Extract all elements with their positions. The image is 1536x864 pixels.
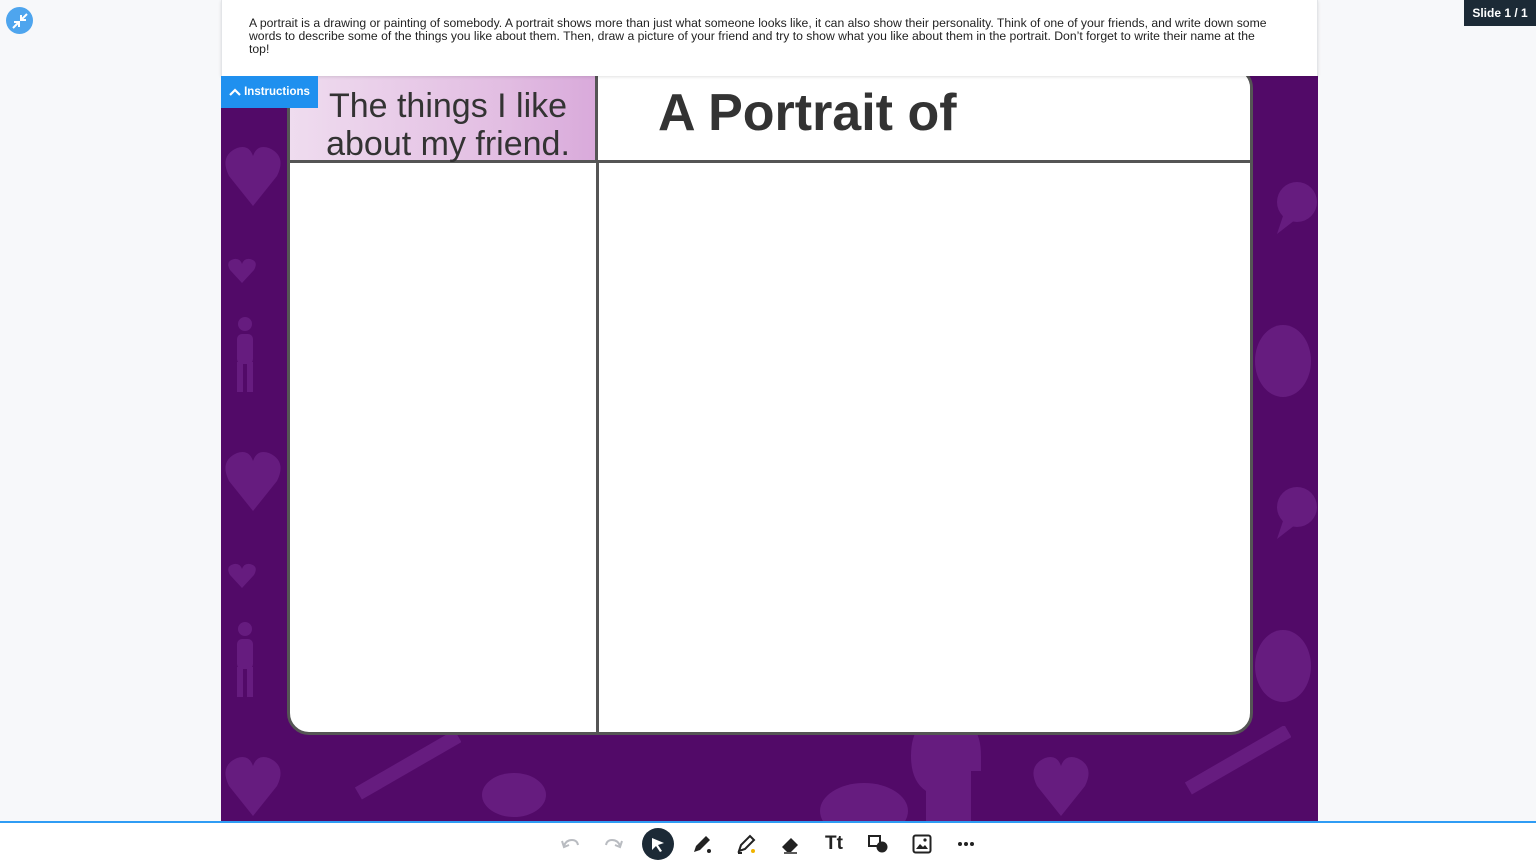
shapes-tool-button[interactable] [856, 824, 900, 864]
chevron-up-icon [229, 88, 241, 96]
redo-button[interactable] [592, 824, 636, 864]
worksheet-card: The things I like about my friend. A Por… [287, 76, 1253, 735]
bottom-toolbar: Tt [0, 821, 1536, 864]
person-icon [237, 317, 253, 392]
left-heading: The things I like about my friend. [326, 87, 570, 163]
select-tool-button[interactable] [636, 824, 680, 864]
right-heading: A Portrait of [658, 84, 957, 142]
text-icon: Tt [825, 832, 843, 854]
brain-icon [1255, 630, 1311, 702]
text-tool-button[interactable]: Tt [812, 824, 856, 864]
cursor-icon [652, 837, 664, 852]
undo-icon [561, 838, 579, 848]
instructions-text: A portrait is a drawing or painting of s… [249, 16, 1267, 56]
left-heading-box: The things I like about my friend. [290, 76, 598, 163]
instructions-panel: A portrait is a drawing or painting of s… [221, 0, 1318, 76]
redo-icon [605, 838, 623, 848]
eraser-icon [782, 837, 798, 854]
pencil-icon [1184, 726, 1291, 795]
heart-icon [1033, 757, 1089, 816]
image-icon [912, 834, 932, 853]
shapes-icon [868, 834, 888, 852]
slide-canvas[interactable]: The things I like about my friend. A Por… [221, 76, 1318, 821]
exit-fullscreen-button[interactable] [6, 7, 33, 34]
instructions-toggle-button[interactable]: Instructions [221, 76, 318, 108]
more-icon [958, 841, 974, 846]
pen-icon [694, 835, 711, 853]
heart-icon [225, 757, 281, 816]
column-divider [596, 163, 599, 732]
brain-icon [820, 783, 908, 821]
highlighter-tool-button[interactable] [724, 824, 768, 864]
instructions-toggle-label: Instructions [244, 86, 310, 98]
collapse-icon [11, 12, 28, 29]
eraser-tool-button[interactable] [768, 824, 812, 864]
pencil-icon [354, 731, 461, 800]
slide-counter: Slide 1 / 1 [1464, 0, 1536, 26]
more-options-button[interactable] [944, 824, 988, 864]
speech-bubble-icon [482, 773, 546, 817]
image-tool-button[interactable] [900, 824, 944, 864]
heart-icon [228, 563, 256, 588]
heart-icon [225, 452, 281, 511]
speech-bubble-icon [1277, 182, 1317, 234]
highlighter-icon [737, 834, 756, 854]
heart-icon [225, 147, 281, 206]
brain-icon [1255, 325, 1311, 397]
right-heading-box: A Portrait of [598, 76, 1250, 163]
pen-tool-button[interactable] [680, 824, 724, 864]
heart-icon [228, 258, 256, 283]
person-icon [237, 622, 253, 697]
speech-bubble-icon [1277, 487, 1317, 539]
undo-button[interactable] [548, 824, 592, 864]
